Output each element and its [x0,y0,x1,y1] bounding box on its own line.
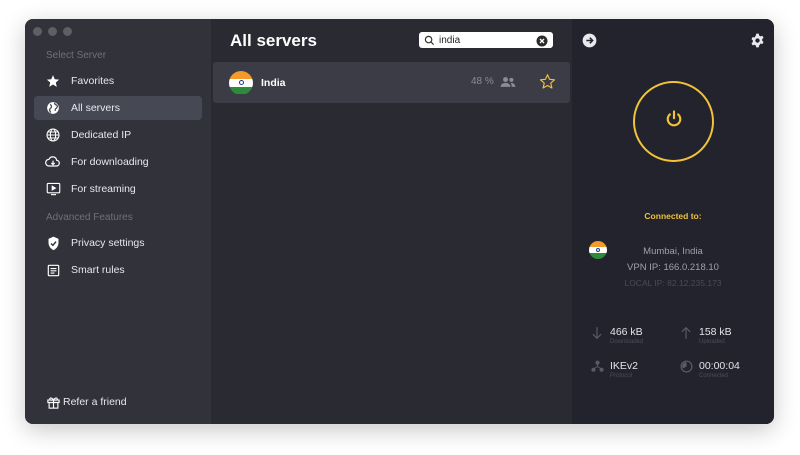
cloud-download-icon [45,154,61,170]
rules-list-icon [45,262,61,278]
timer-icon [680,360,694,374]
sidebar-item-streaming[interactable]: For streaming [34,177,202,201]
connection-panel: Connected to: Mumbai, India VPN IP: 166.… [572,19,774,424]
star-icon [45,73,61,89]
sidebar-item-label: All servers [71,102,121,114]
arrow-down-icon [591,326,605,340]
server-row-india[interactable]: India 48 % [213,62,570,103]
refer-label: Refer a friend [63,396,127,408]
power-icon [664,109,684,134]
maximize-window-button[interactable] [63,27,72,36]
protocol-label: Protocol [610,373,633,379]
vpn-ip: VPN IP: 166.0.218.10 [627,262,719,273]
play-screen-icon [45,181,61,197]
server-load: 48 % [471,76,494,87]
sidebar-item-downloading[interactable]: For downloading [34,150,202,174]
uploaded-value: 158 kB [699,326,732,338]
app-window: Select Server Favorites All servers Dedi… [25,19,774,424]
gift-icon [45,394,61,410]
minimize-window-button[interactable] [48,27,57,36]
sidebar-item-privacy-settings[interactable]: Privacy settings [34,231,202,255]
india-flag-icon [229,70,253,95]
sidebar-item-label: Dedicated IP [71,129,132,141]
shield-icon [45,235,61,251]
downloaded-label: Downloaded [610,339,644,345]
sidebar-item-favorites[interactable]: Favorites [34,69,202,93]
sidebar-item-label: For streaming [71,183,136,195]
window-controls [33,27,72,36]
connected-label: Connected to: [644,211,702,221]
connection-time-value: 00:00:04 [699,360,740,372]
connection-time-label: Connected [699,373,729,379]
sidebar: Select Server Favorites All servers Dedi… [25,19,211,424]
globe-network-icon [45,127,61,143]
arrow-up-icon [680,326,694,340]
server-name: India [261,76,286,89]
local-ip: LOCAL IP: 82.12.235.173 [624,278,722,288]
server-list-panel: All servers India 48 % [211,19,572,424]
sidebar-item-label: Privacy settings [71,237,145,249]
refer-a-friend-link[interactable]: Refer a friend [45,394,127,410]
globe-icon [45,100,61,116]
section-label-advanced: Advanced Features [46,212,133,223]
sidebar-item-label: Favorites [71,75,115,87]
sidebar-item-smart-rules[interactable]: Smart rules [34,258,202,282]
protocol-value: IKEv2 [610,360,639,372]
clear-search-icon[interactable] [536,34,548,47]
close-window-button[interactable] [33,27,42,36]
search-icon [424,34,436,46]
sidebar-item-dedicated-ip[interactable]: Dedicated IP [34,123,202,147]
section-label-select-server: Select Server [46,50,107,61]
search-input[interactable] [439,34,535,46]
power-button[interactable] [633,81,714,162]
sidebar-item-label: For downloading [71,156,149,168]
arrow-right-circle-icon[interactable] [582,33,597,48]
downloaded-value: 466 kB [610,326,643,338]
sidebar-item-label: Smart rules [71,264,125,276]
search-box[interactable] [419,32,553,48]
users-icon [500,75,516,89]
page-title: All servers [230,31,317,50]
gear-icon[interactable] [750,33,765,48]
protocol-network-icon [591,360,605,374]
sidebar-item-all-servers[interactable]: All servers [34,96,202,120]
favorite-star-icon[interactable] [539,73,557,91]
uploaded-label: Uploaded [699,339,725,345]
connected-location: Mumbai, India [643,246,703,257]
